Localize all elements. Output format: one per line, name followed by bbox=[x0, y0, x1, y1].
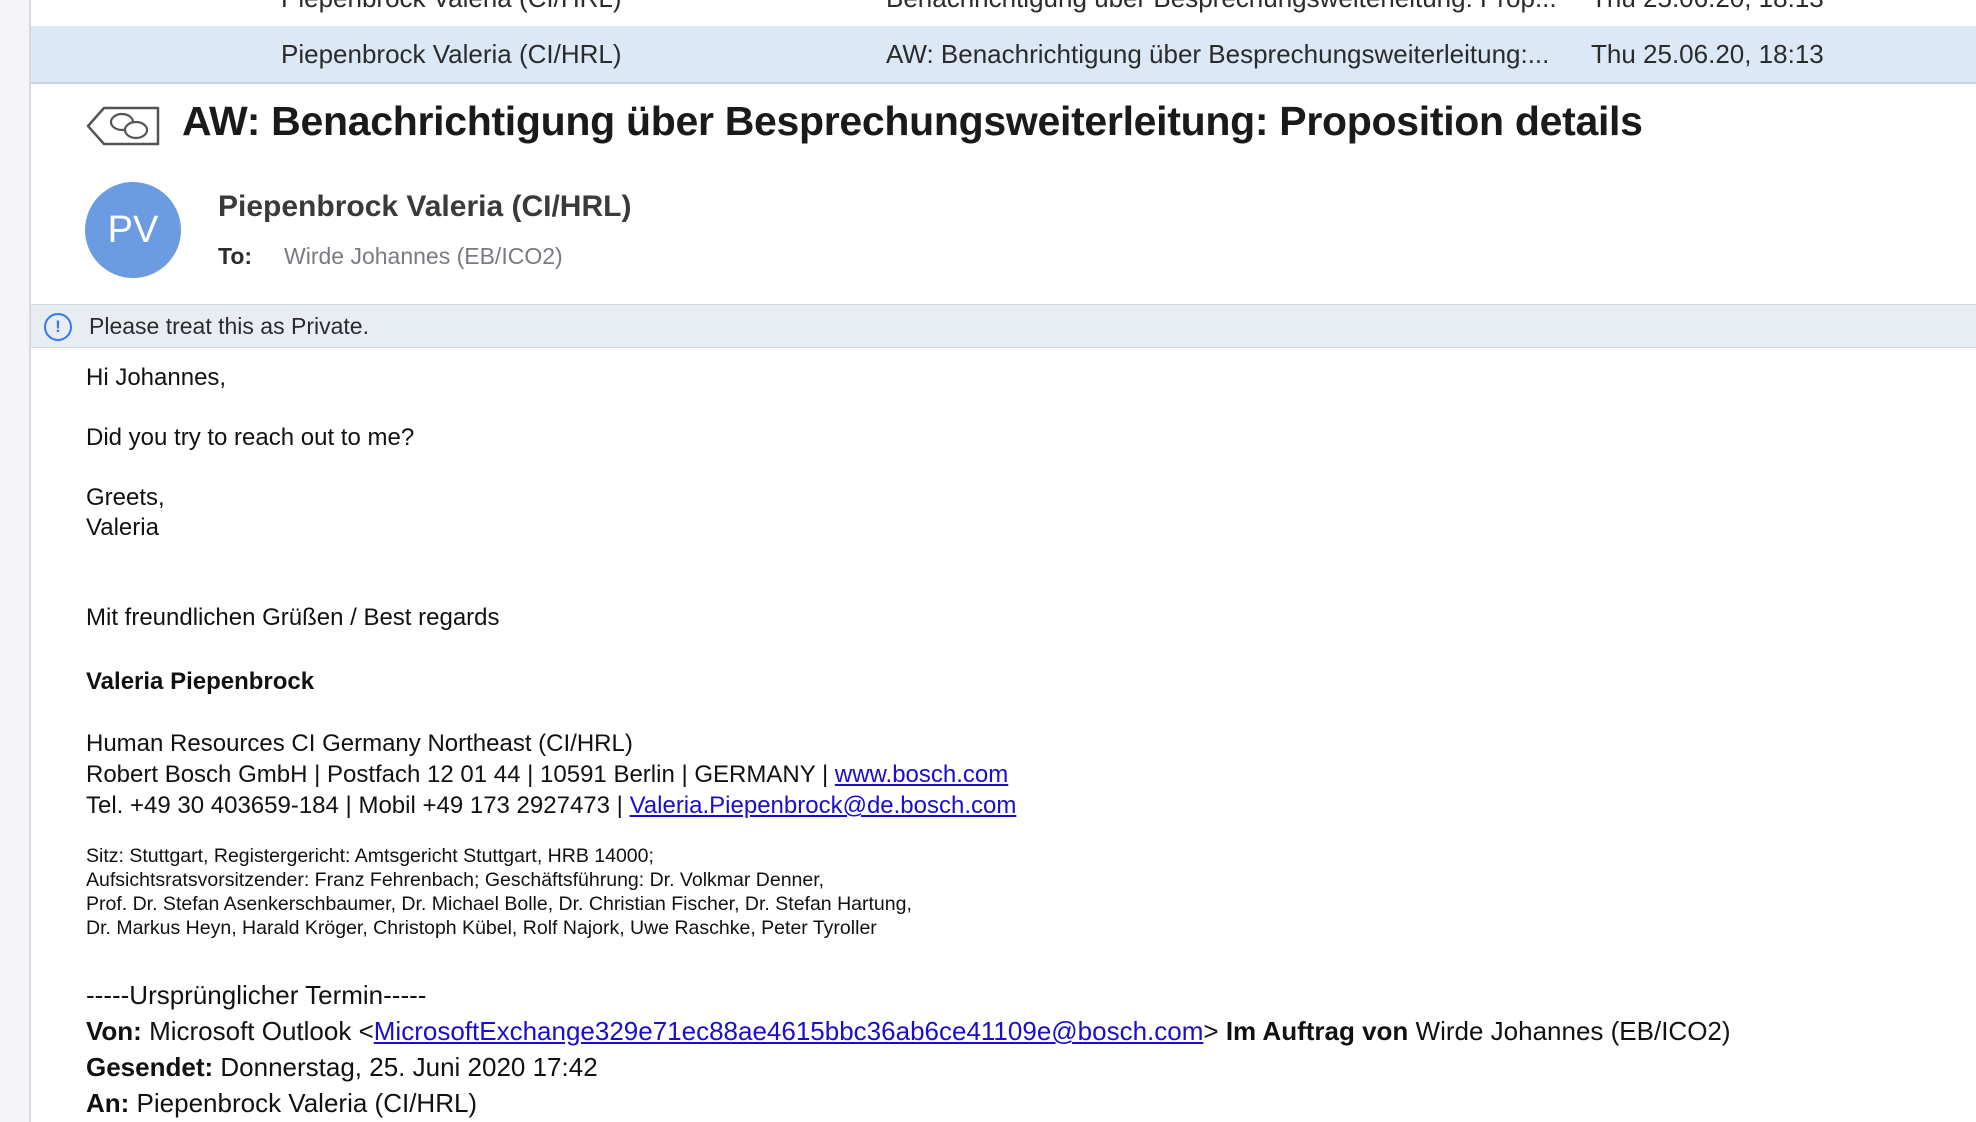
email-link[interactable]: Valeria.Piepenbrock@de.bosch.com bbox=[630, 792, 1017, 819]
message-list-row[interactable]: ⌄ Piepenbrock Valeria (CI/HRL) Benachric… bbox=[31, 0, 1976, 27]
auftrag-label: Im Auftrag von bbox=[1218, 1016, 1409, 1046]
row-from: Piepenbrock Valeria (CI/HRL) bbox=[281, 0, 881, 26]
body-regards: Mit freundlichen Grüßen / Best regards bbox=[86, 604, 500, 631]
row-from: Piepenbrock Valeria (CI/HRL) bbox=[281, 39, 622, 69]
body-closing: Greets, bbox=[86, 484, 165, 511]
message-list-row-selected[interactable]: Piepenbrock Valeria (CI/HRL) AW: Benachr… bbox=[31, 26, 1976, 84]
conversation-icon[interactable] bbox=[86, 104, 162, 148]
legal-line: Aufsichtsratsvorsitzender: Franz Fehrenb… bbox=[86, 869, 825, 891]
to-label: To: bbox=[218, 243, 253, 269]
to-recipient[interactable]: Wirde Johannes (EB/ICO2) bbox=[284, 243, 563, 270]
row-subject: Benachrichtigung über Besprechungsweiter… bbox=[886, 0, 1606, 26]
von-label: Von: bbox=[86, 1016, 142, 1046]
website-link[interactable]: www.bosch.com bbox=[835, 761, 1008, 788]
von-text: Microsoft Outlook < bbox=[141, 1016, 374, 1046]
von-close: > bbox=[1203, 1016, 1219, 1046]
row-subject: AW: Benachrichtigung über Besprechungswe… bbox=[886, 39, 1550, 69]
signature-department: Human Resources CI Germany Northeast (CI… bbox=[86, 730, 633, 757]
original-to-line: An: Piepenbrock Valeria (CI/HRL) bbox=[86, 1088, 477, 1119]
avatar[interactable]: PV bbox=[85, 182, 181, 278]
sensitivity-banner: ! Please treat this as Private. bbox=[31, 304, 1976, 348]
body-greeting: Hi Johannes, bbox=[86, 364, 227, 391]
message-subject: AW: Benachrichtigung über Besprechungswe… bbox=[182, 98, 1643, 144]
info-icon: ! bbox=[44, 313, 72, 341]
row-date: Thu 25.06.20, 18:13 bbox=[1591, 39, 1824, 69]
row-date: Thu 25.06.20, 18:13 bbox=[1591, 0, 1891, 26]
an-label: An: bbox=[86, 1088, 130, 1118]
exchange-email-link[interactable]: MicrosoftExchange329e71ec88ae4615bbc36ab… bbox=[374, 1016, 1204, 1046]
original-separator: -----Ursprünglicher Termin----- bbox=[86, 980, 427, 1010]
sender-name[interactable]: Piepenbrock Valeria (CI/HRL) bbox=[218, 190, 631, 224]
banner-text: Please treat this as Private. bbox=[89, 313, 369, 339]
legal-line: Sitz: Stuttgart, Registergericht: Amtsge… bbox=[86, 845, 654, 867]
auftrag-value: Wirde Johannes (EB/ICO2) bbox=[1408, 1016, 1731, 1046]
original-from-line: Von: Microsoft Outlook <MicrosoftExchang… bbox=[86, 1016, 1731, 1047]
legal-line: Prof. Dr. Stefan Asenkerschbaumer, Dr. M… bbox=[86, 893, 912, 915]
signature-address-text: Robert Bosch GmbH | Postfach 12 01 44 | … bbox=[86, 761, 835, 788]
signature-phone-text: Tel. +49 30 403659-184 | Mobil +49 173 2… bbox=[86, 792, 630, 819]
body-closing-name: Valeria bbox=[86, 514, 159, 541]
signature-name: Valeria Piepenbrock bbox=[86, 668, 315, 695]
signature-address: Robert Bosch GmbH | Postfach 12 01 44 | … bbox=[86, 761, 1008, 789]
signature-phone: Tel. +49 30 403659-184 | Mobil +49 173 2… bbox=[86, 792, 1016, 820]
body-line: Did you try to reach out to me? bbox=[86, 424, 415, 451]
an-value: Piepenbrock Valeria (CI/HRL) bbox=[129, 1088, 478, 1118]
legal-line: Dr. Markus Heyn, Harald Kröger, Christop… bbox=[86, 917, 877, 939]
left-rail bbox=[0, 0, 31, 1122]
gesendet-label: Gesendet: bbox=[86, 1052, 214, 1082]
original-sent-line: Gesendet: Donnerstag, 25. Juni 2020 17:4… bbox=[86, 1052, 598, 1083]
chevron-down-icon[interactable]: ⌄ bbox=[45, 0, 63, 18]
gesendet-value: Donnerstag, 25. Juni 2020 17:42 bbox=[213, 1052, 598, 1082]
